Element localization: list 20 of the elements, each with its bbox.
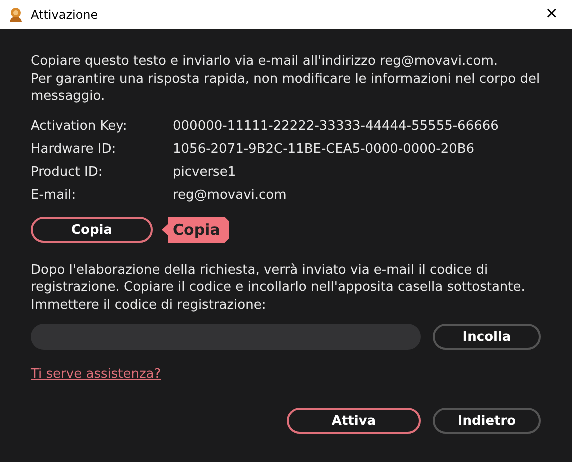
intro-text: Per garantire una risposta rapida, non modificare le informazioni nel corpo del messaggio. xyxy=(31,70,541,106)
activate-button[interactable]: Attiva xyxy=(287,408,421,434)
back-button[interactable]: Indietro xyxy=(433,408,541,434)
intro-text: Copiare questo testo e inviarlo via e-mail all'indirizzo reg@movavi.com. xyxy=(31,53,500,70)
field-label: Product ID: xyxy=(31,164,104,182)
app-icon xyxy=(8,6,24,22)
field-value: 1056-2071-9B2C-11BE-CEA5-0000-0000-20B6 xyxy=(173,140,476,158)
registration-code-field[interactable] xyxy=(31,324,421,350)
copy-button[interactable]: Copia xyxy=(31,217,153,243)
instructions-text: Dopo l'elaborazione della richiesta, verrà inviato via e-mail il codice di registrazione. Copiare il codice e incollarlo nell'apposita casella sottostante. Immettere il codice di registrazione: xyxy=(31,262,526,314)
field-value: picverse1 xyxy=(173,164,238,182)
help-link[interactable]: Ti serve assistenza? xyxy=(31,367,162,382)
window-title: Attivazione xyxy=(31,8,100,22)
field-value: reg@movavi.com xyxy=(173,186,288,204)
field-value: 000000-11111-22222-33333-44444-55555-66666 xyxy=(173,118,500,136)
close-button[interactable]: × xyxy=(532,0,572,29)
field-label: E-mail: xyxy=(31,186,78,204)
field-label: Hardware ID: xyxy=(31,140,118,158)
paste-button[interactable]: Incolla xyxy=(433,324,541,350)
field-label: Activation Key: xyxy=(31,118,128,136)
